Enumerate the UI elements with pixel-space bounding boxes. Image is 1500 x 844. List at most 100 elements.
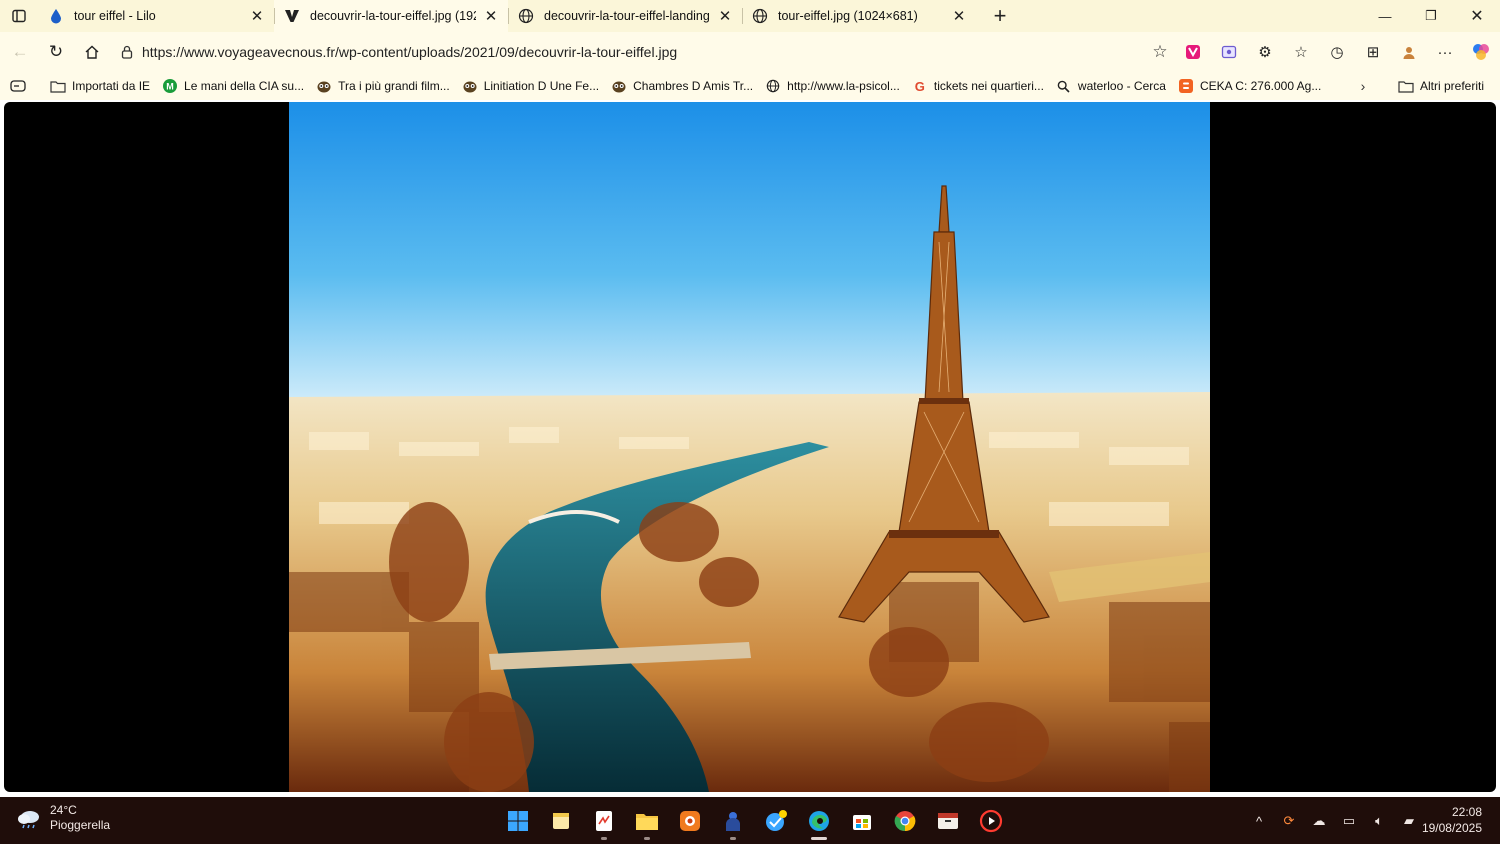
extension-button[interactable] [1175,36,1211,68]
favorite-label: tickets nei quartieri... [933,79,1044,93]
speaker-icon: 🔈︎ [1375,813,1383,828]
close-tab-icon[interactable]: ✕ [248,7,266,25]
globe-icon [518,8,534,24]
close-tab-icon[interactable]: ✕ [950,7,968,25]
history-icon: ◷ [1330,44,1344,61]
favorite-item[interactable]: Chambres D Amis Tr... [605,74,759,98]
taskbar-app-player[interactable] [969,801,1012,841]
extension-button[interactable] [1211,36,1247,68]
taskbar-app-media[interactable] [668,801,711,841]
refresh-button[interactable]: ↻ [38,36,74,68]
history-button[interactable]: ◷ [1319,36,1355,68]
tab-title: tour eiffel - Lilo [74,9,156,23]
document-icon [595,811,612,831]
globe-check-icon [765,810,787,831]
taskbar-app-archive[interactable] [926,801,969,841]
search-icon [1056,78,1072,94]
home-icon [85,45,99,59]
play-icon [979,809,1002,833]
more-favorites-button[interactable]: › [1352,74,1374,98]
tab-decouvrir-landing[interactable]: decouvrir-la-tour-eiffel-landing.jp ✕ [508,0,742,32]
clock-date: 19/08/2025 [1421,821,1482,835]
start-button[interactable] [496,801,539,841]
site-info-icon[interactable] [112,45,142,59]
weather-widget[interactable]: 24°C Pioggerella [16,803,110,833]
taskbar-app-edge[interactable] [797,801,840,841]
minimize-button[interactable]: — [1362,0,1408,32]
close-tab-icon[interactable]: ✕ [716,7,734,25]
taskbar-app-notes[interactable] [539,801,582,841]
globe-icon [752,8,768,24]
sync-status[interactable]: ⟳ [1274,807,1304,835]
favorite-item[interactable]: http://www.la-psicol... [759,74,906,98]
profile-icon [1403,47,1415,59]
taskbar-app-chrome[interactable] [883,801,926,841]
favorite-item[interactable]: waterloo - Cerca [1050,74,1172,98]
address-bar[interactable]: https://www.voyageavecnous.fr/wp-content… [112,36,1172,68]
favorite-label: CEKA C: 276.000 Ag... [1199,79,1322,93]
favorite-star-icon[interactable]: ☆ [1148,42,1172,62]
volume-control[interactable]: 🔈︎ [1364,807,1394,835]
favorite-item[interactable]: M Le mani della CIA su... [156,74,310,98]
show-hidden-icons-button[interactable]: ^ [1244,807,1274,835]
collections-button[interactable]: ⊞ [1355,36,1391,68]
network-icon: ▭ [1342,813,1356,828]
profile-button[interactable] [1391,36,1427,68]
tab-actions-button[interactable] [0,0,38,32]
other-favorites-folder[interactable]: Altri preferiti [1392,74,1490,98]
favorite-label: Tra i più grandi film... [338,79,450,93]
refresh-icon: ↻ [48,42,64,61]
edge-icon [808,811,829,831]
system-clock[interactable]: 22:08 19/08/2025 [1422,804,1482,836]
favorite-item[interactable]: Importati da IE [44,74,156,98]
tab-decouvrir-jpg[interactable]: decouvrir-la-tour-eiffel.jpg (1920 ✕ [274,0,508,32]
battery-status[interactable]: ▰ [1394,807,1424,835]
plus-icon: + [993,3,1007,28]
clock-time: 22:08 [1451,805,1482,819]
extension-logo-icon [1186,45,1200,59]
running-indicator [729,837,736,840]
weather-condition: Pioggerella [50,818,111,832]
running-indicator [643,837,650,840]
page-viewport[interactable] [4,102,1496,792]
weather-temp: 24°C [50,803,77,817]
taskbar-app-store[interactable] [840,801,883,841]
favorite-item[interactable]: Linitiation D Une Fe... [456,74,605,98]
taskbar-app-explorer[interactable] [625,801,668,841]
navigation-bar: ← ↻ https://www.voyageavecnous.fr/wp-con… [0,32,1500,72]
sidebar-toggle-button[interactable] [4,74,44,98]
favorite-item[interactable]: G tickets nei quartieri... [906,74,1050,98]
taskbar-app-browser-alt[interactable] [754,801,797,841]
onedrive-status[interactable]: ☁ [1304,807,1334,835]
favorites-list-icon: ☆ [1294,44,1308,61]
favorite-label: Le mani della CIA su... [184,79,305,93]
taskbar-app-pdf[interactable] [582,801,625,841]
owl-icon [316,78,332,94]
close-window-button[interactable]: ✕ [1454,0,1500,32]
windows-logo-icon [507,811,528,831]
favorite-label: waterloo - Cerca [1077,79,1166,93]
new-tab-button[interactable]: + [984,0,1016,32]
tab-title: decouvrir-la-tour-eiffel.jpg (1920 [310,9,476,23]
copilot-button[interactable] [1463,36,1499,68]
chevron-right-icon: › [1360,78,1366,94]
eiffel-tower-photo[interactable] [289,102,1210,792]
favorites-button[interactable]: ☆ [1283,36,1319,68]
restore-button[interactable]: ❐ [1408,0,1454,32]
favorite-item[interactable]: CEKA C: 276.000 Ag... [1172,74,1327,98]
tab-tour-eiffel-jpg[interactable]: tour-eiffel.jpg (1024×681) ✕ [742,0,976,32]
network-status[interactable]: ▭ [1334,807,1364,835]
back-button[interactable]: ← [2,36,38,68]
favorite-item[interactable]: Tra i più grandi film... [310,74,456,98]
settings-menu-button[interactable]: ··· [1427,36,1463,68]
lilo-drop-icon [48,8,64,24]
m-green-icon: M [162,78,178,94]
tab-lilo[interactable]: tour eiffel - Lilo ✕ [38,0,274,32]
chevron-up-icon: ^ [1255,813,1263,829]
favorite-label: http://www.la-psicol... [787,79,900,93]
taskbar-app-person[interactable] [711,801,754,841]
close-tab-icon[interactable]: ✕ [482,7,500,25]
other-favorites-label: Altri preferiti [1420,79,1485,93]
extensions-button[interactable]: ⚙ [1247,36,1283,68]
home-button[interactable] [74,36,110,68]
